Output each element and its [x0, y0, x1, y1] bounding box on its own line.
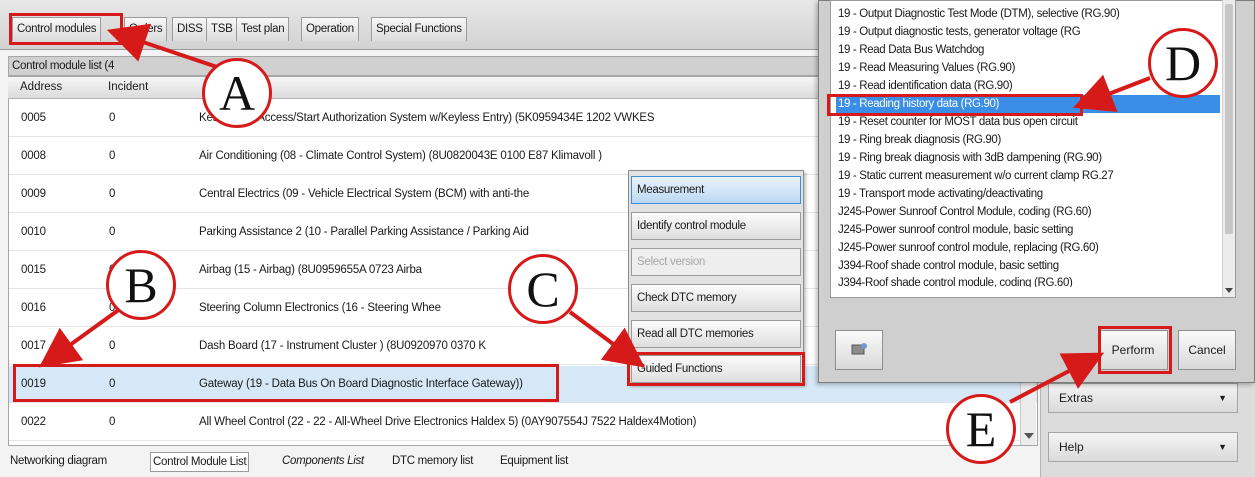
menu-item-select-version: Select version [631, 248, 801, 276]
function-list-scrollbar[interactable] [1222, 0, 1235, 297]
function-item[interactable]: 19 - Output Diagnostic Test Mode (DTM), … [836, 5, 1220, 23]
extras-dropdown[interactable]: Extras ▼ [1048, 383, 1238, 413]
row-description: All Wheel Control (22 - 22 - All-Wheel D… [199, 416, 697, 428]
function-item[interactable]: J394-Roof shade control module, coding (… [836, 275, 1220, 287]
callout-c: C [508, 254, 578, 324]
list-title: Control module list (4 [8, 56, 848, 76]
scroll-down-icon[interactable] [1024, 433, 1034, 439]
help-dropdown[interactable]: Help ▼ [1048, 432, 1238, 462]
highlight-perform [1098, 326, 1172, 374]
tab-test-plan[interactable]: Test plan [236, 17, 290, 41]
tab-special-functions[interactable]: Special Functions [371, 17, 467, 41]
row-address: 0017 [21, 340, 46, 352]
bottom-tab-bar: Networking diagram Control Module List C… [8, 449, 1038, 473]
row-description: Central Electrics (09 - Vehicle Electric… [199, 188, 530, 200]
help-label: Help [1059, 440, 1084, 454]
tool-button[interactable] [835, 330, 883, 370]
row-address: 0009 [21, 188, 46, 200]
chevron-down-icon: ▼ [1218, 393, 1227, 403]
row-description: Dash Board (17 - Instrument Cluster ) (8… [199, 340, 486, 352]
highlight-reading-history [827, 94, 1083, 116]
row-description: Air Conditioning (08 - Climate Control S… [199, 150, 602, 162]
row-address: 0016 [21, 302, 46, 314]
row-description: Airbag (15 - Airbag) (8U0959655A 0723 Ai… [199, 264, 422, 276]
chevron-down-icon: ▼ [1218, 442, 1227, 452]
tab-control-module-list[interactable]: Control Module List [150, 452, 250, 472]
row-description: Parking Assistance 2 (10 - Parallel Park… [199, 226, 529, 238]
row-address: 0022 [21, 416, 46, 428]
tab-tsb[interactable]: TSB [206, 17, 238, 41]
menu-item-read-all-dtc-memories[interactable]: Read all DTC memories [631, 320, 801, 348]
tool-icon [851, 343, 867, 355]
row-incident: 0 [109, 150, 116, 162]
scroll-down-icon[interactable] [1225, 288, 1233, 293]
menu-item-check-dtc-memory[interactable]: Check DTC memory [631, 284, 801, 312]
row-address: 0015 [21, 264, 46, 276]
column-address[interactable]: Address [20, 81, 62, 93]
row-address: 0010 [21, 226, 46, 238]
highlight-gateway-row [13, 364, 559, 402]
function-item[interactable]: 19 - Ring break diagnosis (RG.90) [836, 131, 1220, 149]
function-item[interactable]: 19 - Static current measurement w/o curr… [836, 167, 1220, 185]
row-incident: 0 [109, 188, 116, 200]
column-incident[interactable]: Incident [108, 81, 148, 93]
menu-item-identify-control-module[interactable]: Identify control module [631, 212, 801, 240]
table-row[interactable]: 0022 0 All Wheel Control (22 - 22 - All-… [9, 404, 1037, 441]
scroll-thumb[interactable] [1225, 4, 1233, 234]
row-address: 0005 [21, 112, 46, 124]
function-item[interactable]: J394-Roof shade control module, basic se… [836, 257, 1220, 275]
cancel-button[interactable]: Cancel [1178, 330, 1236, 370]
highlight-control-modules [9, 13, 123, 45]
row-description: Steering Column Electronics (16 - Steeri… [199, 302, 441, 314]
top-tab-bar: Control modules Orders DISS TSB Test pla… [0, 0, 850, 50]
function-item[interactable]: J245-Power sunroof control module, basic… [836, 221, 1220, 239]
callout-a: A [202, 58, 272, 128]
function-item[interactable]: J245-Power Sunroof Control Module, codin… [836, 203, 1220, 221]
row-description: Kessy (05 - Access/Start Authorization S… [199, 112, 655, 124]
row-incident: 0 [109, 340, 116, 352]
tab-orders[interactable]: Orders [124, 17, 168, 41]
extras-label: Extras [1059, 391, 1094, 405]
tab-diss[interactable]: DISS [172, 17, 208, 41]
menu-item-measurement[interactable]: Measurement [631, 176, 801, 204]
row-incident: 0 [109, 416, 116, 428]
callout-d: D [1148, 28, 1218, 98]
tab-dtc-memory-list[interactable]: DTC memory list [390, 452, 475, 472]
callout-e: E [946, 394, 1016, 464]
callout-b: B [106, 250, 176, 320]
tab-operation[interactable]: Operation [301, 17, 359, 41]
tab-components-list[interactable]: Components List [280, 452, 366, 472]
function-item[interactable]: 19 - Transport mode activating/deactivat… [836, 185, 1220, 203]
row-incident: 0 [109, 112, 116, 124]
row-incident: 0 [109, 226, 116, 238]
tab-equipment-list[interactable]: Equipment list [498, 452, 570, 472]
function-item[interactable]: 19 - Ring break diagnosis with 3dB dampe… [836, 149, 1220, 167]
row-address: 0008 [21, 150, 46, 162]
tab-networking-diagram[interactable]: Networking diagram [8, 452, 109, 472]
highlight-guided-functions [627, 352, 805, 386]
function-item[interactable]: J245-Power sunroof control module, repla… [836, 239, 1220, 257]
